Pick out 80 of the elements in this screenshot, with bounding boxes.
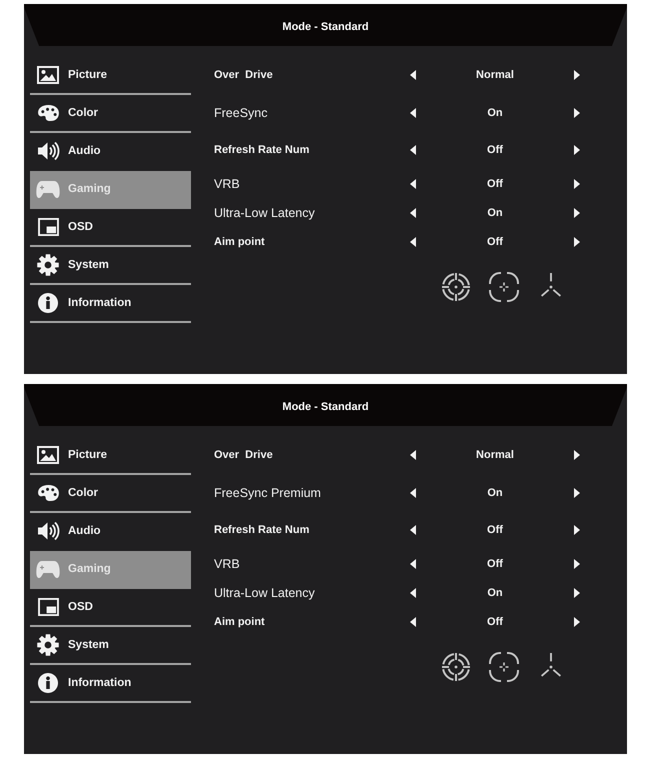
gear-icon [37,254,59,276]
right-arrow-icon[interactable] [574,450,580,460]
left-arrow-icon[interactable] [410,588,416,598]
menu-item[interactable]: System [30,247,191,285]
menu-item[interactable]: Information [30,665,191,703]
right-arrow-icon[interactable] [574,70,580,80]
window-icon [38,598,58,616]
setting-value: On [487,107,503,119]
menu-item[interactable]: Audio [30,133,191,171]
left-arrow-icon[interactable] [410,108,416,118]
left-arrow-icon[interactable] [410,558,416,568]
setting-label: Ultra-Low Latency [214,206,315,220]
menu-item[interactable]: OSD [30,589,191,627]
menu-item[interactable]: Audio [30,513,191,551]
menu-item[interactable]: Color [30,95,191,133]
circle-crosshair-icon[interactable] [488,271,520,303]
setting-label: Aim point [214,616,265,628]
gear-icon [37,634,59,656]
setting-value: Off [487,616,503,628]
setting-label: VRB [214,176,240,190]
left-arrow-icon[interactable] [410,617,416,627]
setting-value: Normal [476,449,514,461]
setting-label: VRB [214,556,240,570]
menu-item[interactable]: OSD [30,209,191,247]
right-arrow-icon[interactable] [574,588,580,598]
target-crosshair-icon[interactable] [440,271,472,303]
right-arrow-icon[interactable] [574,208,580,218]
mode-title: Mode - Standard [282,21,369,33]
gamepad-icon [36,560,60,578]
window-icon [38,218,58,236]
info-icon [38,673,58,693]
speaker-icon [36,141,60,161]
gamepad-icon [36,180,60,198]
setting-value: Off [487,524,503,536]
target-crosshair-icon[interactable] [440,651,472,683]
right-arrow-icon[interactable] [574,108,580,118]
setting-label: Refresh Rate Num [214,524,310,536]
left-arrow-icon[interactable] [410,488,416,498]
right-arrow-icon[interactable] [574,488,580,498]
info-icon [38,293,58,313]
setting-value: Off [487,178,503,190]
left-arrow-icon[interactable] [410,70,416,80]
right-arrow-icon[interactable] [574,617,580,627]
setting-label: Over Drive [214,449,273,461]
menu-item[interactable]: Information [30,285,191,323]
circle-crosshair-icon[interactable] [488,651,520,683]
setting-value: Off [487,144,503,156]
palette-icon [36,484,60,502]
mode-title: Mode - Standard [282,401,369,413]
setting-label: Ultra-Low Latency [214,586,315,600]
right-arrow-icon[interactable] [574,145,580,155]
setting-value: On [487,207,503,219]
menu-item[interactable]: System [30,627,191,665]
left-arrow-icon[interactable] [410,178,416,188]
left-arrow-icon[interactable] [410,145,416,155]
menu-item[interactable]: Picture [30,57,191,95]
picture-icon [37,66,59,84]
setting-label: Aim point [214,236,265,248]
menu-item[interactable]: Color [30,475,191,513]
setting-value: Normal [476,69,514,81]
setting-value: On [487,587,503,599]
picture-icon [37,446,59,464]
left-arrow-icon[interactable] [410,208,416,218]
right-arrow-icon[interactable] [574,525,580,535]
menu-item[interactable]: Picture [30,437,191,475]
setting-value: Off [487,236,503,248]
right-arrow-icon[interactable] [574,558,580,568]
setting-label: FreeSync Premium [214,486,321,500]
palette-icon [36,104,60,122]
speaker-icon [36,521,60,541]
setting-value: On [487,487,503,499]
setting-label: Over Drive [214,69,273,81]
left-arrow-icon[interactable] [410,525,416,535]
setting-label: FreeSync [214,106,268,120]
right-arrow-icon[interactable] [574,178,580,188]
left-arrow-icon[interactable] [410,237,416,247]
left-arrow-icon[interactable] [410,450,416,460]
right-arrow-icon[interactable] [574,237,580,247]
setting-label: Refresh Rate Num [214,144,310,156]
setting-value: Off [487,558,503,570]
